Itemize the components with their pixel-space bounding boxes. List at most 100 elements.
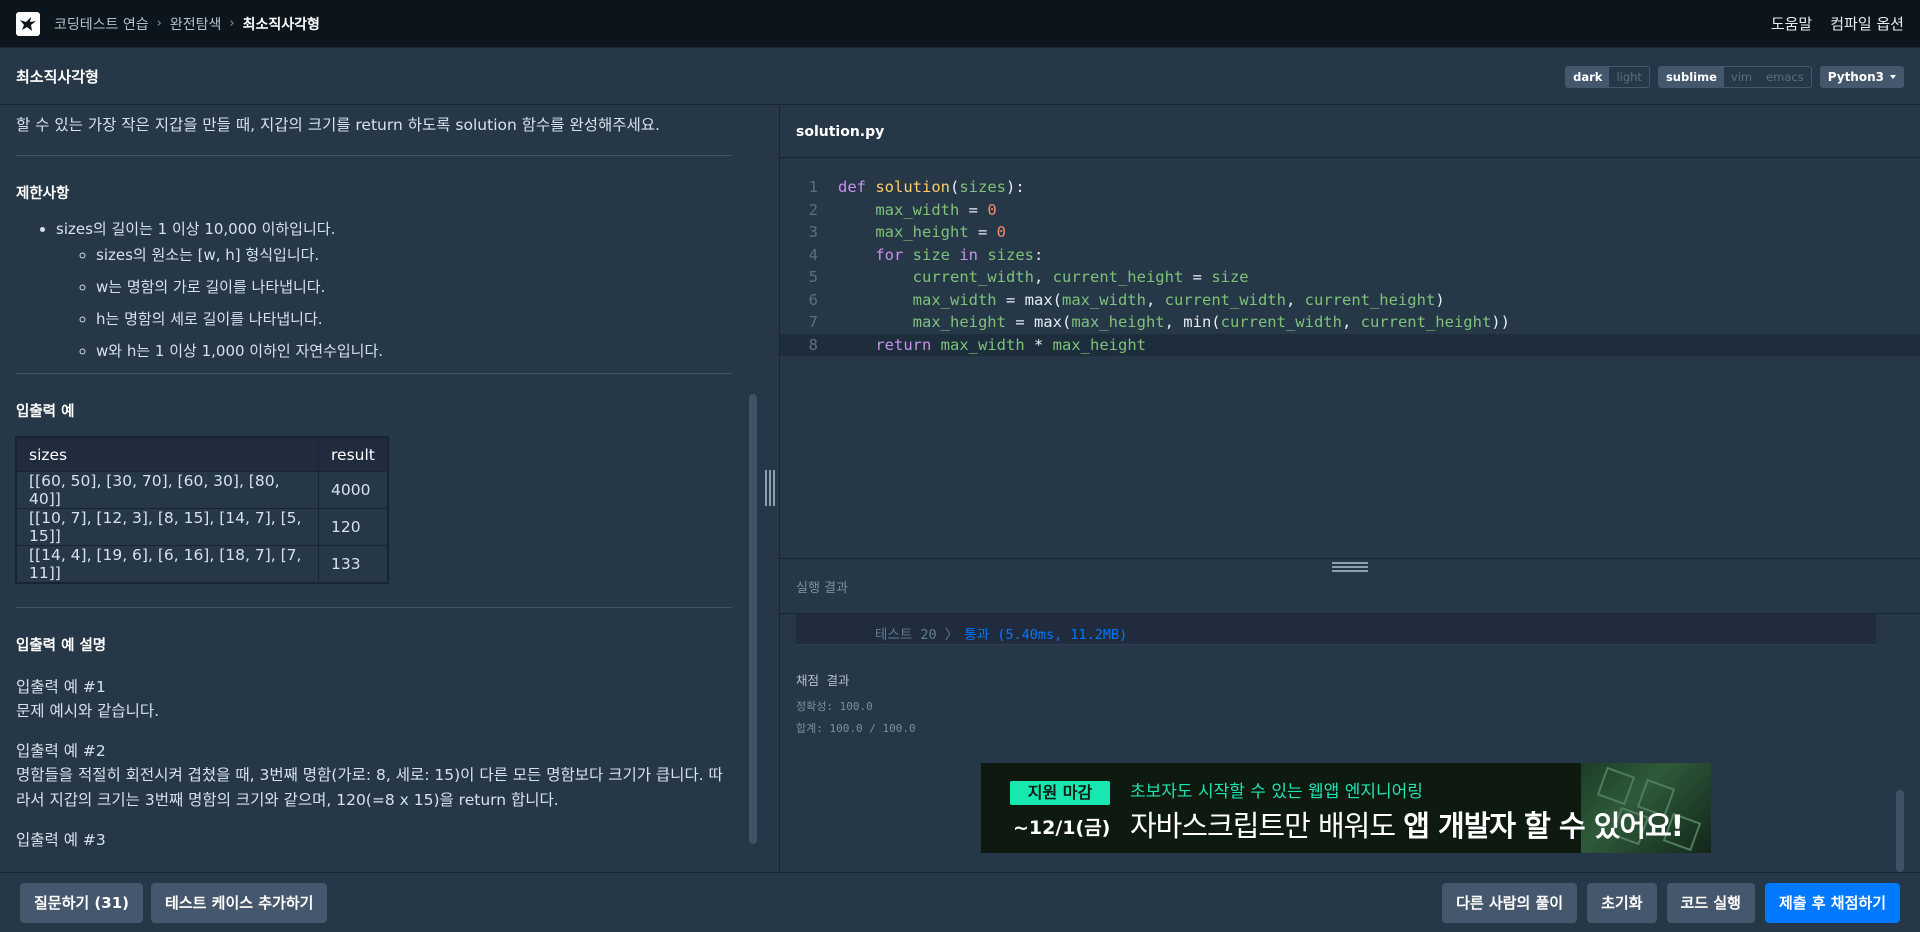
table-cell-result: 133 <box>318 545 388 584</box>
breadcrumb-current: 최소직사각형 <box>242 16 320 33</box>
ad-headline-normal: 자바스크립트만 배워도 <box>1130 809 1404 843</box>
table-row: [[14, 4], [19, 6], [6, 16], [18, 7], [7,… <box>16 545 388 584</box>
code-text: max_height = max(max_height, min(current… <box>912 313 1510 331</box>
table-header-row: sizes result <box>16 437 388 473</box>
others-solutions-button[interactable]: 다른 사람의 풀이 <box>1442 882 1578 923</box>
divider <box>16 155 732 157</box>
breadcrumb-category[interactable]: 완전탐색 <box>170 14 222 34</box>
help-link[interactable]: 도움말 <box>1771 13 1812 34</box>
constraint-sub-item: w와 h는 1 이상 1,000 이하인 자연수입니다. <box>96 339 732 363</box>
io-example-table: sizes result [[60, 50], [30, 70], [60, 3… <box>16 437 388 584</box>
breadcrumb-coding-test[interactable]: 코딩테스트 연습 <box>54 14 149 34</box>
line-number: 4 <box>808 245 818 264</box>
io-explanation-heading: 입출력 예 설명 <box>16 638 107 655</box>
example-1-body: 문제 예시와 같습니다. <box>16 702 160 721</box>
grade-total: 합계: 100.0 / 100.0 <box>796 722 916 735</box>
programmers-logo-icon[interactable] <box>16 11 40 36</box>
test-result-box: 테스트 20 〉 통과 (5.40ms, 11.2MB) <box>796 614 1876 645</box>
grade-accuracy: 정확성: 100.0 <box>796 700 873 713</box>
code-text: for size in sizes: <box>875 245 1044 264</box>
add-test-case-button[interactable]: 테스트 케이스 추가하기 <box>151 882 328 923</box>
language-label: Python3 <box>1827 69 1884 84</box>
theme-dark-button[interactable]: dark <box>1566 66 1610 87</box>
reset-button[interactable]: 초기화 <box>1587 882 1657 923</box>
code-line[interactable]: 4 for size in sizes: <box>780 244 1920 267</box>
line-number: 3 <box>808 223 818 241</box>
table-cell-result: 120 <box>318 508 388 547</box>
table-cell-sizes: [[10, 7], [12, 3], [8, 15], [14, 7], [5,… <box>16 508 319 547</box>
ad-deadline-badge: 지원 마감 <box>1010 781 1110 805</box>
keymap-sublime-button[interactable]: sublime <box>1658 66 1724 87</box>
language-select[interactable]: Python3 <box>1819 65 1904 88</box>
code-text: return max_width * max_height <box>875 335 1146 354</box>
result-scrollbar[interactable] <box>1896 790 1904 872</box>
table-cell-sizes: [[14, 4], [19, 6], [6, 16], [18, 7], [7,… <box>16 545 319 584</box>
example-2-heading: 입출력 예 #2 <box>16 741 106 760</box>
theme-light-button[interactable]: light <box>1609 66 1649 87</box>
line-number: 5 <box>808 268 818 286</box>
example-3-heading: 입출력 예 #3 <box>16 830 106 849</box>
result-resize-handle-icon[interactable] <box>1332 562 1368 572</box>
constraint-sub-list: sizes의 원소는 [w, h] 형식입니다. w는 명함의 가로 길이를 나… <box>56 243 732 363</box>
example-2-body: 명함들을 적절히 회전시켜 겹쳤을 때, 3번째 명함(가로: 8, 세로: 1… <box>16 765 723 810</box>
ad-subheadline: 초보자도 시작할 수 있는 웹앱 엔지니어링 <box>1130 782 1423 802</box>
divider <box>16 373 732 375</box>
test-result-line: 테스트 20 〉 통과 (5.40ms, 11.2MB) <box>875 623 1127 643</box>
problem-intro: 할 수 있는 가장 작은 지갑을 만들 때, 지갑의 크기를 return 하도… <box>16 116 660 134</box>
test-pass-status: 통과 (5.40ms, 11.2MB) <box>964 627 1128 643</box>
io-example-heading: 입출력 예 <box>16 404 75 421</box>
ad-headline: 자바스크립트만 배워도 앱 개발자 할 수 있어요! <box>1130 803 1684 845</box>
tab-solution-file[interactable]: solution.py <box>796 124 884 140</box>
chevron-down-icon <box>1890 74 1896 79</box>
divider <box>16 607 732 609</box>
constraint-sub-item: w는 명함의 가로 길이를 나타냅니다. <box>96 275 732 299</box>
bottom-right-actions: 다른 사람의 풀이 초기화 코드 실행 제출 후 채점하기 <box>1432 882 1900 923</box>
code-line[interactable]: 7 max_height = max(max_height, min(curre… <box>780 311 1920 334</box>
compile-options-link[interactable]: 컴파일 옵션 <box>1830 13 1904 34</box>
constraint-main-text: sizes의 길이는 1 이상 10,000 이하입니다. <box>56 220 336 239</box>
code-text: max_width = 0 <box>875 200 997 219</box>
keymap-toggle: sublime vim emacs <box>1657 65 1812 88</box>
ad-headline-bold: 앱 개발자 할 수 있어요! <box>1403 809 1684 843</box>
table-row: [[10, 7], [12, 3], [8, 15], [14, 7], [5,… <box>16 508 388 547</box>
code-line[interactable]: 6 max_width = max(max_width, current_wid… <box>780 289 1920 312</box>
table-header-result: result <box>318 437 388 473</box>
keymap-vim-button[interactable]: vim <box>1723 66 1760 87</box>
code-editor[interactable]: 1 def solution(sizes): 2 max_width = 0 3… <box>780 158 1920 558</box>
challenge-title-bar: 최소직사각형 dark light sublime vim emacs Pyth… <box>0 49 1920 105</box>
constraint-sub-item: h는 명함의 세로 길이를 나타냅니다. <box>96 307 732 331</box>
code-text: max_width = max(max_width, current_width… <box>912 290 1445 309</box>
code-text: max_height = 0 <box>875 223 1006 241</box>
code-text: def solution(sizes): <box>838 178 1025 196</box>
code-line[interactable]: 1 def solution(sizes): <box>780 176 1920 199</box>
editor-tab-bar: solution.py <box>780 106 1920 158</box>
resize-handle-icon[interactable] <box>764 470 776 506</box>
code-line[interactable]: 3 max_height = 0 <box>780 221 1920 244</box>
line-number: 8 <box>808 335 818 354</box>
example-1-heading: 입출력 예 #1 <box>16 678 106 697</box>
result-title: 실행 결과 <box>796 581 848 596</box>
line-number: 2 <box>808 200 818 219</box>
line-number: 7 <box>808 313 818 331</box>
code-line-active[interactable]: 8 return max_width * max_height <box>780 333 1920 356</box>
code-line[interactable]: 2 max_width = 0 <box>780 199 1920 222</box>
ad-banner[interactable]: 지원 마감 ~12/1(금) 초보자도 시작할 수 있는 웹앱 엔지니어링 자바… <box>981 763 1711 853</box>
submit-button[interactable]: 제출 후 채점하기 <box>1764 882 1900 923</box>
top-nav: 코딩테스트 연습 › 완전탐색 › 최소직사각형 도움말 컴파일 옵션 <box>0 0 1920 48</box>
line-number: 6 <box>808 290 818 309</box>
bottom-action-bar: 질문하기 (31) 테스트 케이스 추가하기 다른 사람의 풀이 초기화 코드 … <box>0 872 1920 932</box>
code-text: current_width, current_height = size <box>912 268 1249 286</box>
constraints-heading: 제한사항 <box>16 186 70 203</box>
code-line[interactable]: 5 current_width, current_height = size <box>780 266 1920 289</box>
ask-question-button[interactable]: 질문하기 (31) <box>20 882 144 923</box>
line-number: 1 <box>808 178 818 196</box>
problem-description-panel[interactable]: 할 수 있는 가장 작은 지갑을 만들 때, 지갑의 크기를 return 하도… <box>0 106 780 872</box>
constraints-list: sizes의 길이는 1 이상 10,000 이하입니다. sizes의 원소는… <box>16 217 732 363</box>
constraint-item: sizes의 길이는 1 이상 10,000 이하입니다. sizes의 원소는… <box>56 217 732 363</box>
page-title: 최소직사각형 <box>16 68 99 86</box>
problem-scrollbar[interactable] <box>749 394 757 844</box>
keymap-emacs-button[interactable]: emacs <box>1759 66 1811 87</box>
grade-title: 채점 결과 <box>796 673 850 688</box>
editor-settings: dark light sublime vim emacs Python3 <box>1565 65 1904 88</box>
run-code-button[interactable]: 코드 실행 <box>1666 882 1755 923</box>
